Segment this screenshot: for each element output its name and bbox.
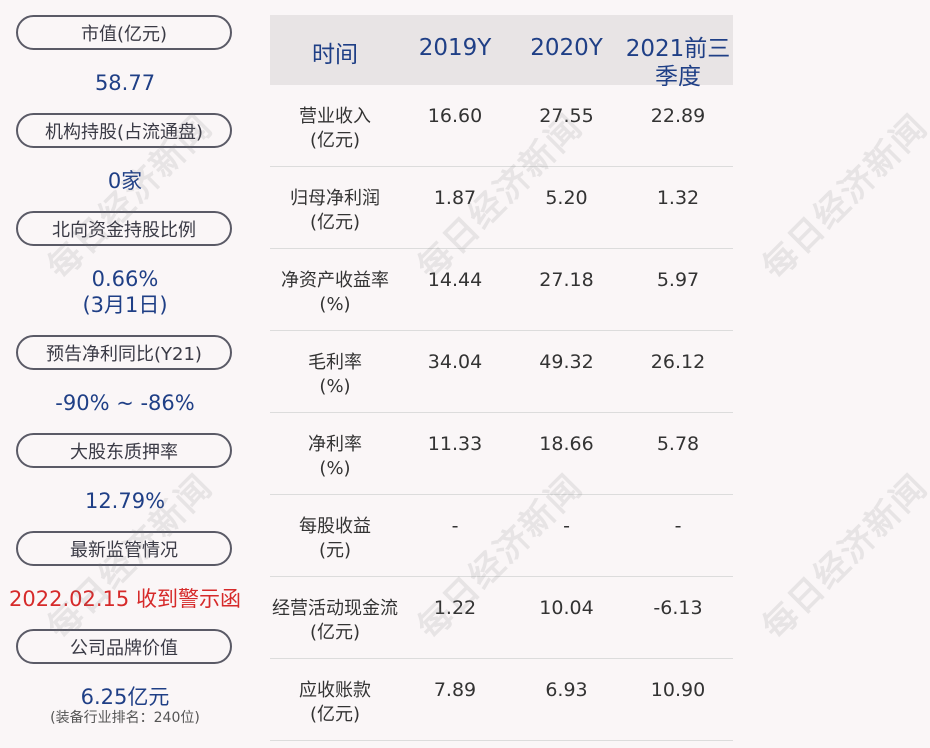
watermark: 每日经济新闻	[754, 106, 930, 288]
pill-institution-holding: 机构持股(占流通盘)	[16, 113, 232, 148]
cell: 14.44	[427, 269, 483, 291]
value-pledge-rate: 12.79%	[84, 489, 166, 513]
financial-table: 时间 2019Y 2020Y 2021前三季度 营业收入 (亿元) 16.60 2…	[270, 15, 733, 741]
table-row: 每股收益 (元) - - -	[270, 495, 733, 577]
cell: 49.32	[539, 351, 594, 373]
cell: -6.13	[653, 597, 703, 619]
cell: 1.22	[433, 597, 477, 619]
header-2019: 2019Y	[418, 35, 492, 61]
cell: -	[674, 515, 682, 537]
value-northbound-ratio: 0.66%	[91, 267, 159, 291]
brand-value-main: 6.25亿元	[80, 685, 170, 709]
cell: 22.89	[650, 105, 706, 127]
pill-market-cap: 市值(亿元)	[16, 15, 232, 50]
cell: 10.04	[539, 597, 594, 619]
cell: 10.90	[650, 679, 706, 701]
row-label: 毛利率 (%)	[308, 352, 362, 397]
value-institution-holding: 0家	[107, 169, 143, 193]
table-row: 归母净利润 (亿元) 1.87 5.20 1.32	[270, 167, 733, 249]
pill-forecast-profit: 预告净利同比(Y21)	[16, 335, 232, 370]
table-row: 净资产收益率 (%) 14.44 27.18 5.97	[270, 249, 733, 331]
pill-pledge-rate: 大股东质押率	[16, 433, 232, 468]
watermark: 每日经济新闻	[754, 466, 930, 648]
cell: 5.97	[656, 269, 700, 291]
cell: 1.32	[656, 187, 700, 209]
pill-brand-value: 公司品牌价值	[16, 629, 232, 664]
cell: 1.87	[433, 187, 477, 209]
cell: 18.66	[539, 433, 594, 455]
pill-regulation: 最新监管情况	[16, 531, 232, 566]
row-label: 归母净利润 (亿元)	[290, 188, 380, 233]
row-label: 每股收益 (元)	[299, 516, 371, 561]
cell: -	[563, 515, 570, 537]
cell: 5.20	[545, 187, 588, 209]
cell: 27.55	[539, 105, 594, 127]
pill-northbound-ratio: 北向资金持股比例	[16, 211, 232, 246]
value-brand-value: 6.25亿元 (装备行业排名：240位)	[0, 684, 250, 726]
table-row: 经营活动现金流 (亿元) 1.22 10.04 -6.13	[270, 577, 733, 659]
value-regulation: 2022.02.15 收到警示函	[9, 587, 241, 611]
cell: 7.89	[433, 679, 477, 701]
row-label: 净资产收益率 (%)	[281, 270, 389, 315]
header-time: 时间	[312, 42, 358, 68]
row-label: 应收账款 (亿元)	[299, 680, 371, 725]
cell: 34.04	[427, 351, 483, 373]
cell: 16.60	[427, 105, 483, 127]
cell: 11.33	[427, 433, 483, 455]
cell: 6.93	[545, 679, 588, 701]
header-2021q3: 2021前三季度	[625, 36, 731, 90]
header-2020: 2020Y	[530, 35, 603, 61]
brand-value-rank: (装备行业排名：240位)	[50, 710, 200, 726]
row-label: 净利率 (%)	[308, 434, 362, 479]
value-forecast-profit: -90% ~ -86%	[55, 391, 195, 415]
table-header: 时间 2019Y 2020Y 2021前三季度	[270, 15, 733, 90]
cell: -	[451, 515, 459, 537]
table-row: 毛利率 (%) 34.04 49.32 26.12	[270, 331, 733, 413]
table-row: 营业收入 (亿元) 16.60 27.55 22.89	[270, 85, 733, 167]
cell: 27.18	[539, 269, 594, 291]
row-label: 经营活动现金流 (亿元)	[272, 598, 398, 643]
cell: 26.12	[650, 351, 706, 373]
value-market-cap: 58.77	[94, 71, 156, 95]
table-row: 应收账款 (亿元) 7.89 6.93 10.90	[270, 659, 733, 741]
table-row: 净利率 (%) 11.33 18.66 5.78	[270, 413, 733, 495]
row-label: 营业收入 (亿元)	[299, 106, 371, 151]
left-panel: 市值(亿元) 58.77 机构持股(占流通盘) 0家 北向资金持股比例 0.66…	[0, 0, 250, 748]
cell: 5.78	[656, 433, 700, 455]
value-northbound-date: (3月1日)	[82, 293, 168, 317]
